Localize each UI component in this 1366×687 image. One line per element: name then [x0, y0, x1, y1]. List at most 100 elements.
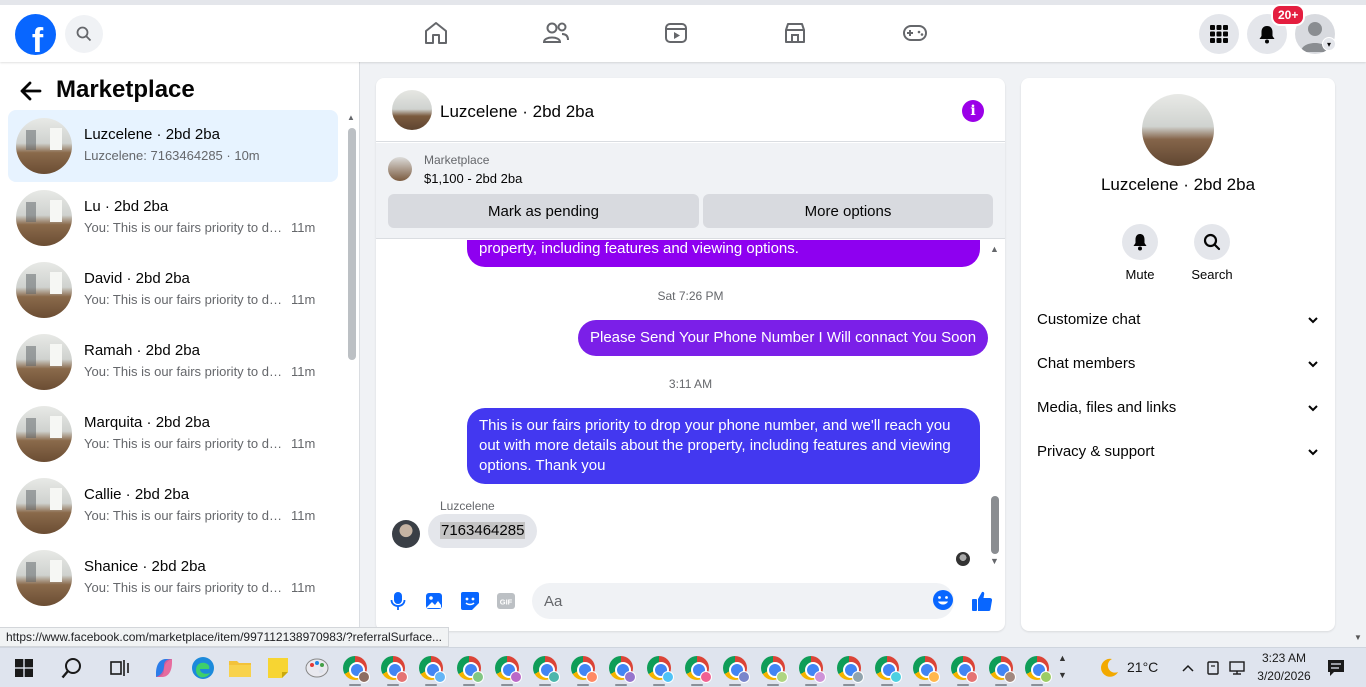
search-icon — [61, 658, 81, 679]
sticker-icon — [461, 592, 479, 610]
info-icon[interactable]: i — [962, 100, 984, 122]
message-composer: GIF — [376, 575, 1005, 631]
chrome-profile-icon[interactable] — [951, 656, 978, 683]
sidebar-scrollbar-thumb[interactable] — [348, 128, 356, 360]
nav-friends[interactable] — [536, 13, 576, 53]
scroll-down-arrow[interactable]: ▼ — [1354, 633, 1362, 642]
conversation-item[interactable]: Luzcelene · 2bd 2ba Luzcelene: 716346428… — [8, 110, 338, 182]
chat-avatar[interactable] — [392, 90, 432, 130]
bell-icon — [1259, 26, 1275, 44]
active-window-indicator — [387, 684, 399, 686]
active-window-indicator — [615, 684, 627, 686]
listing-avatar[interactable] — [1142, 94, 1214, 166]
chrome-profile-icon[interactable] — [837, 656, 864, 683]
mark-as-pending-button[interactable]: Mark as pending — [388, 194, 699, 228]
chevron-down-icon[interactable]: ▾ — [1322, 37, 1336, 51]
conversation-item[interactable]: Marquita · 2bd 2ba You: This is our fair… — [8, 398, 338, 470]
chrome-profile-icon[interactable] — [609, 656, 636, 683]
copilot-taskbar-icon[interactable] — [148, 652, 180, 684]
active-window-indicator — [919, 684, 931, 686]
chrome-profile-icon[interactable] — [419, 656, 446, 683]
chrome-profile-icon[interactable] — [685, 656, 712, 683]
like-button[interactable] — [970, 589, 994, 613]
show-hidden-icons-button[interactable] — [1176, 652, 1200, 684]
chrome-profile-icon[interactable] — [381, 656, 408, 683]
listing-price-title[interactable]: $1,100 - 2bd 2ba — [424, 171, 522, 186]
weather-widget[interactable] — [1093, 652, 1125, 684]
clock-date[interactable]: 3/20/2026 — [1256, 669, 1312, 683]
sticky-notes-taskbar-icon[interactable] — [262, 652, 294, 684]
search-button[interactable] — [65, 15, 103, 53]
message-input[interactable] — [532, 583, 954, 619]
chrome-profile-icon[interactable] — [647, 656, 674, 683]
windows-taskbar: ▲ ▼ 21°C 3:23 AM 3/20/2026 — [0, 647, 1366, 687]
conversation-item[interactable]: David · 2bd 2ba You: This is our fairs p… — [8, 254, 338, 326]
facebook-logo[interactable]: f — [15, 14, 56, 55]
start-button[interactable] — [8, 652, 40, 684]
app-taskbar-icon[interactable] — [301, 652, 333, 684]
chat-members-section[interactable]: Chat members — [1029, 342, 1327, 386]
page-scrollbar[interactable] — [1351, 62, 1366, 647]
nav-gaming[interactable] — [895, 13, 935, 53]
chrome-profile-icon[interactable] — [723, 656, 750, 683]
chrome-profile-icon[interactable] — [343, 656, 370, 683]
file-explorer-taskbar-icon[interactable] — [224, 652, 256, 684]
chrome-profile-icon[interactable] — [799, 656, 826, 683]
chat-title[interactable]: Luzcelene · 2bd 2ba — [440, 102, 594, 122]
voice-clip-button[interactable] — [386, 589, 410, 613]
network-tray-icon[interactable] — [1225, 652, 1249, 684]
weather-temperature[interactable]: 21°C — [1127, 659, 1158, 675]
scroll-up-arrow[interactable]: ▲ — [347, 113, 355, 122]
chevron-down-icon — [1308, 317, 1318, 324]
incoming-message-text: 7163464285 — [440, 522, 526, 539]
task-view-button[interactable] — [104, 652, 136, 684]
chrome-profile-icon[interactable] — [761, 656, 788, 683]
attach-photo-button[interactable] — [422, 589, 446, 613]
more-options-button[interactable]: More options — [703, 194, 993, 228]
mute-button[interactable] — [1122, 224, 1158, 260]
conversation-name: Callie · 2bd 2ba — [84, 486, 190, 503]
chrome-profile-icon[interactable] — [1025, 656, 1052, 683]
chrome-profile-icon[interactable] — [533, 656, 560, 683]
mute-action[interactable]: Mute — [1110, 224, 1170, 282]
search-in-conversation-button[interactable] — [1194, 224, 1230, 260]
media-files-links-section[interactable]: Media, files and links — [1029, 386, 1327, 430]
conversation-sidebar: Marketplace Luzcelene · 2bd 2ba Luzcelen… — [0, 62, 360, 635]
system-tray-icon[interactable] — [1201, 652, 1225, 684]
gif-button[interactable]: GIF — [494, 589, 518, 613]
conversation-item[interactable]: Ramah · 2bd 2ba You: This is our fairs p… — [8, 326, 338, 398]
conversation-item[interactable]: Shanice · 2bd 2ba You: This is our fairs… — [8, 542, 338, 614]
menu-button[interactable] — [1199, 14, 1239, 54]
scroll-down-arrow[interactable]: ▼ — [990, 556, 999, 566]
message-thread: property, including features and viewing… — [376, 240, 1005, 575]
active-window-indicator — [1031, 684, 1043, 686]
taskbar-scroll-arrows[interactable]: ▲ ▼ — [1058, 650, 1067, 684]
notification-center-button[interactable] — [1320, 652, 1352, 684]
emoji-button[interactable] — [932, 589, 954, 611]
scroll-up-arrow[interactable]: ▲ — [990, 244, 999, 254]
message-scrollbar-thumb[interactable] — [991, 496, 999, 554]
taskbar-search-button[interactable] — [56, 652, 88, 684]
conversation-item[interactable]: Lu · 2bd 2ba You: This is our fairs prio… — [8, 182, 338, 254]
chrome-profile-icon[interactable] — [495, 656, 522, 683]
privacy-support-section[interactable]: Privacy & support — [1029, 430, 1327, 474]
conversation-time: 11m — [291, 508, 316, 523]
chrome-profile-icon[interactable] — [875, 656, 902, 683]
nav-home[interactable] — [416, 13, 456, 53]
active-window-indicator — [501, 684, 513, 686]
customize-chat-section[interactable]: Customize chat — [1029, 298, 1327, 342]
conversation-item[interactable]: Callie · 2bd 2ba You: This is our fairs … — [8, 470, 338, 542]
nav-watch[interactable] — [656, 13, 696, 53]
sender-avatar[interactable] — [392, 520, 420, 548]
sticker-button[interactable] — [458, 589, 482, 613]
chrome-profile-icon[interactable] — [913, 656, 940, 683]
back-button[interactable] — [19, 79, 43, 103]
nav-marketplace[interactable] — [775, 13, 815, 53]
edge-taskbar-icon[interactable] — [187, 652, 219, 684]
chrome-profile-icon[interactable] — [571, 656, 598, 683]
search-action[interactable]: Search — [1182, 224, 1242, 282]
listing-thumbnail[interactable] — [388, 157, 412, 181]
clock-time[interactable]: 3:23 AM — [1256, 651, 1312, 665]
chrome-profile-icon[interactable] — [989, 656, 1016, 683]
chrome-profile-icon[interactable] — [457, 656, 484, 683]
